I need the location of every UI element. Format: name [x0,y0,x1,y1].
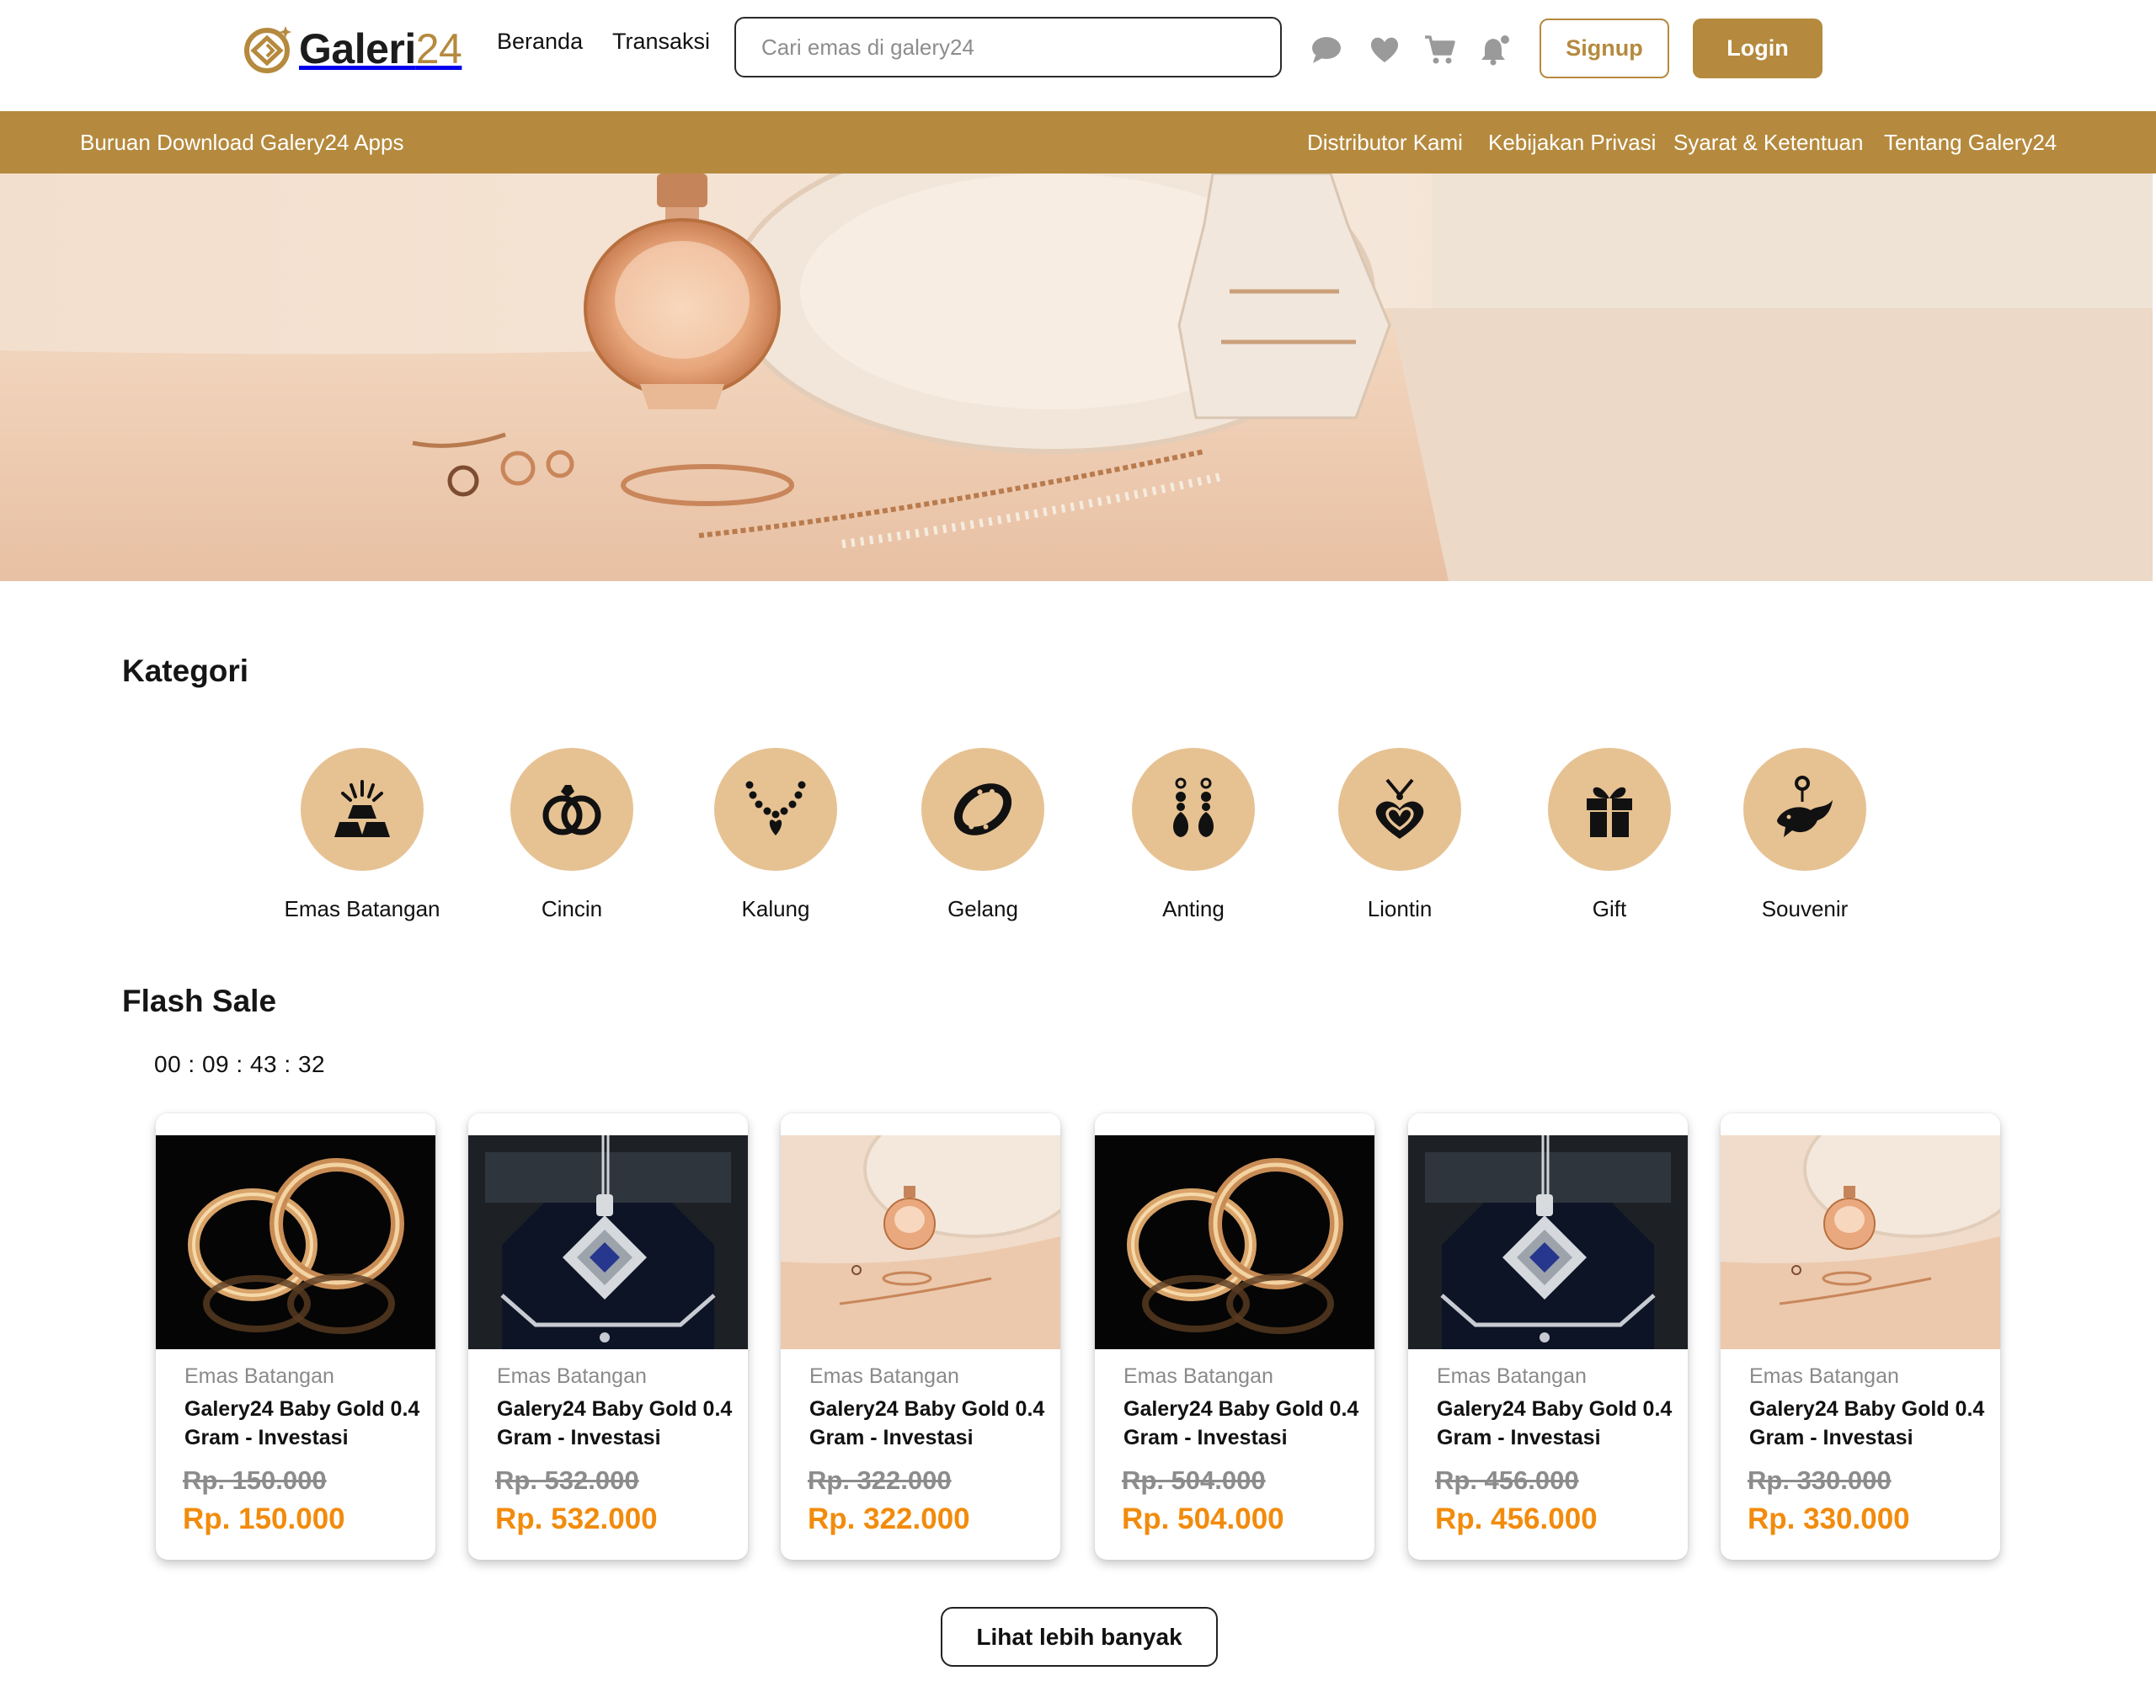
distributor-link[interactable]: Distributor Kami [1307,130,1463,156]
product-old-price: Rp. 456.000 [1435,1465,1579,1495]
product-category: Emas Batangan [809,1364,959,1388]
product-name: Galery24 Baby Gold 0.4 Gram - Investasi [1437,1397,1673,1449]
bracelet-icon [953,783,1012,835]
category-emas-batangan[interactable]: Emas Batangan [270,748,455,922]
category-label: Anting [1162,896,1225,921]
product-old-price: Rp. 330.000 [1748,1465,1892,1495]
product-name: Galery24 Baby Gold 0.4 Gram - Investasi [497,1397,733,1449]
perfume-jewelry-image [1721,1135,2000,1349]
product-price: Rp. 504.000 [1122,1503,1284,1535]
category-label: Souvenir [1761,896,1849,921]
product-price: Rp. 150.000 [183,1503,345,1535]
category-label: Emas Batangan [284,896,440,921]
hero-banner[interactable] [0,173,2153,581]
category-souvenir[interactable]: Souvenir [1712,748,1897,922]
category-circle [1132,748,1255,871]
top-header: Galeri24 Beranda Transaksi Signup Login [0,0,2156,111]
product-price: Rp. 322.000 [808,1503,970,1535]
category-label: Gelang [947,896,1018,921]
see-more-button[interactable]: Lihat lebih banyak [941,1607,1218,1667]
product-old-price: Rp. 322.000 [808,1465,952,1495]
product-card[interactable]: Emas Batangan Galery24 Baby Gold 0.4 Gra… [468,1113,748,1560]
bell-icon[interactable] [1479,34,1511,66]
category-kalung[interactable]: Kalung [683,748,868,922]
category-section-title: Kategori [122,654,249,688]
product-card[interactable]: Emas Batangan Galery24 Baby Gold 0.4 Gra… [156,1113,435,1560]
category-circle [921,748,1044,871]
category-label: Gift [1592,896,1627,921]
product-price: Rp. 532.000 [495,1503,658,1535]
product-card[interactable]: Emas Batangan Galery24 Baby Gold 0.4 Gra… [1095,1113,1374,1560]
product-name: Galery24 Baby Gold 0.4 Gram - Investasi [1749,1397,1985,1449]
dolphin-keychain-icon [1777,776,1833,837]
heart-pendant-icon [1375,778,1424,839]
product-card[interactable]: Emas Batangan Galery24 Baby Gold 0.4 Gra… [1408,1113,1688,1560]
heart-icon[interactable] [1369,34,1401,66]
logo[interactable]: Galeri24 [242,19,462,79]
category-label: Kalung [741,896,810,921]
category-anting[interactable]: Anting [1101,748,1286,922]
logo-text: Galeri24 [299,25,462,72]
product-card[interactable]: Emas Batangan Galery24 Baby Gold 0.4 Gra… [781,1113,1060,1560]
rings-icon [542,785,601,835]
gold-bars-icon [334,780,390,837]
category-label: Cincin [541,896,603,921]
product-category: Emas Batangan [184,1364,334,1388]
privacy-policy-link[interactable]: Kebijakan Privasi [1488,130,1656,156]
product-image [1721,1135,2000,1349]
flash-sale-title: Flash Sale [122,984,277,1018]
category-circle [1338,748,1461,871]
product-image [156,1135,435,1349]
gift-icon [1587,787,1632,837]
category-circle [510,748,633,871]
gold-hoop-earrings-image [1095,1135,1374,1349]
login-button[interactable]: Login [1693,19,1822,78]
necklace-icon [745,781,806,835]
earrings-icon [1173,777,1214,837]
product-image [468,1135,748,1349]
category-label: Liontin [1367,896,1433,921]
category-cincin[interactable]: Cincin [479,748,664,922]
product-image [781,1135,1060,1349]
nav-beranda[interactable]: Beranda [497,29,583,55]
top-info-bar: Buruan Download Galery24 Apps Distributo… [0,111,2156,173]
signup-button[interactable]: Signup [1540,19,1669,78]
product-price: Rp. 330.000 [1748,1503,1910,1535]
product-old-price: Rp. 532.000 [495,1465,639,1495]
product-name: Galery24 Baby Gold 0.4 Gram - Investasi [1123,1397,1359,1449]
sapphire-pendant-image [1408,1135,1688,1349]
hero-jewelry-image [0,173,2153,581]
search-input[interactable] [734,17,1282,77]
product-category: Emas Batangan [1437,1364,1587,1388]
category-circle [1548,748,1671,871]
category-circle [301,748,424,871]
product-category: Emas Batangan [1123,1364,1273,1388]
product-old-price: Rp. 504.000 [1122,1465,1266,1495]
flash-sale-countdown: 00 : 09 : 43 : 32 [154,1051,326,1077]
terms-link[interactable]: Syarat & Ketentuan [1673,130,1863,156]
product-category: Emas Batangan [1749,1364,1899,1388]
product-name: Galery24 Baby Gold 0.4 Gram - Investasi [809,1397,1045,1449]
nav-transaksi[interactable]: Transaksi [612,29,710,55]
category-circle [1743,748,1866,871]
category-circle [714,748,837,871]
download-app-link[interactable]: Buruan Download Galery24 Apps [80,130,403,156]
product-price: Rp. 456.000 [1435,1503,1598,1535]
perfume-jewelry-image [781,1135,1060,1349]
product-image [1095,1135,1374,1349]
product-image [1408,1135,1688,1349]
product-card[interactable]: Emas Batangan Galery24 Baby Gold 0.4 Gra… [1721,1113,2000,1560]
product-name: Galery24 Baby Gold 0.4 Gram - Investasi [184,1397,420,1449]
galeri24-logo-icon [244,26,291,73]
product-old-price: Rp. 150.000 [183,1465,327,1495]
sapphire-pendant-image [468,1135,748,1349]
product-category: Emas Batangan [497,1364,647,1388]
chat-icon[interactable] [1310,34,1342,66]
category-gelang[interactable]: Gelang [890,748,1075,922]
gold-hoop-earrings-image [156,1135,435,1349]
cart-icon[interactable] [1423,34,1455,66]
category-gift[interactable]: Gift [1517,748,1702,922]
about-link[interactable]: Tentang Galery24 [1884,130,2057,156]
category-liontin[interactable]: Liontin [1307,748,1492,922]
